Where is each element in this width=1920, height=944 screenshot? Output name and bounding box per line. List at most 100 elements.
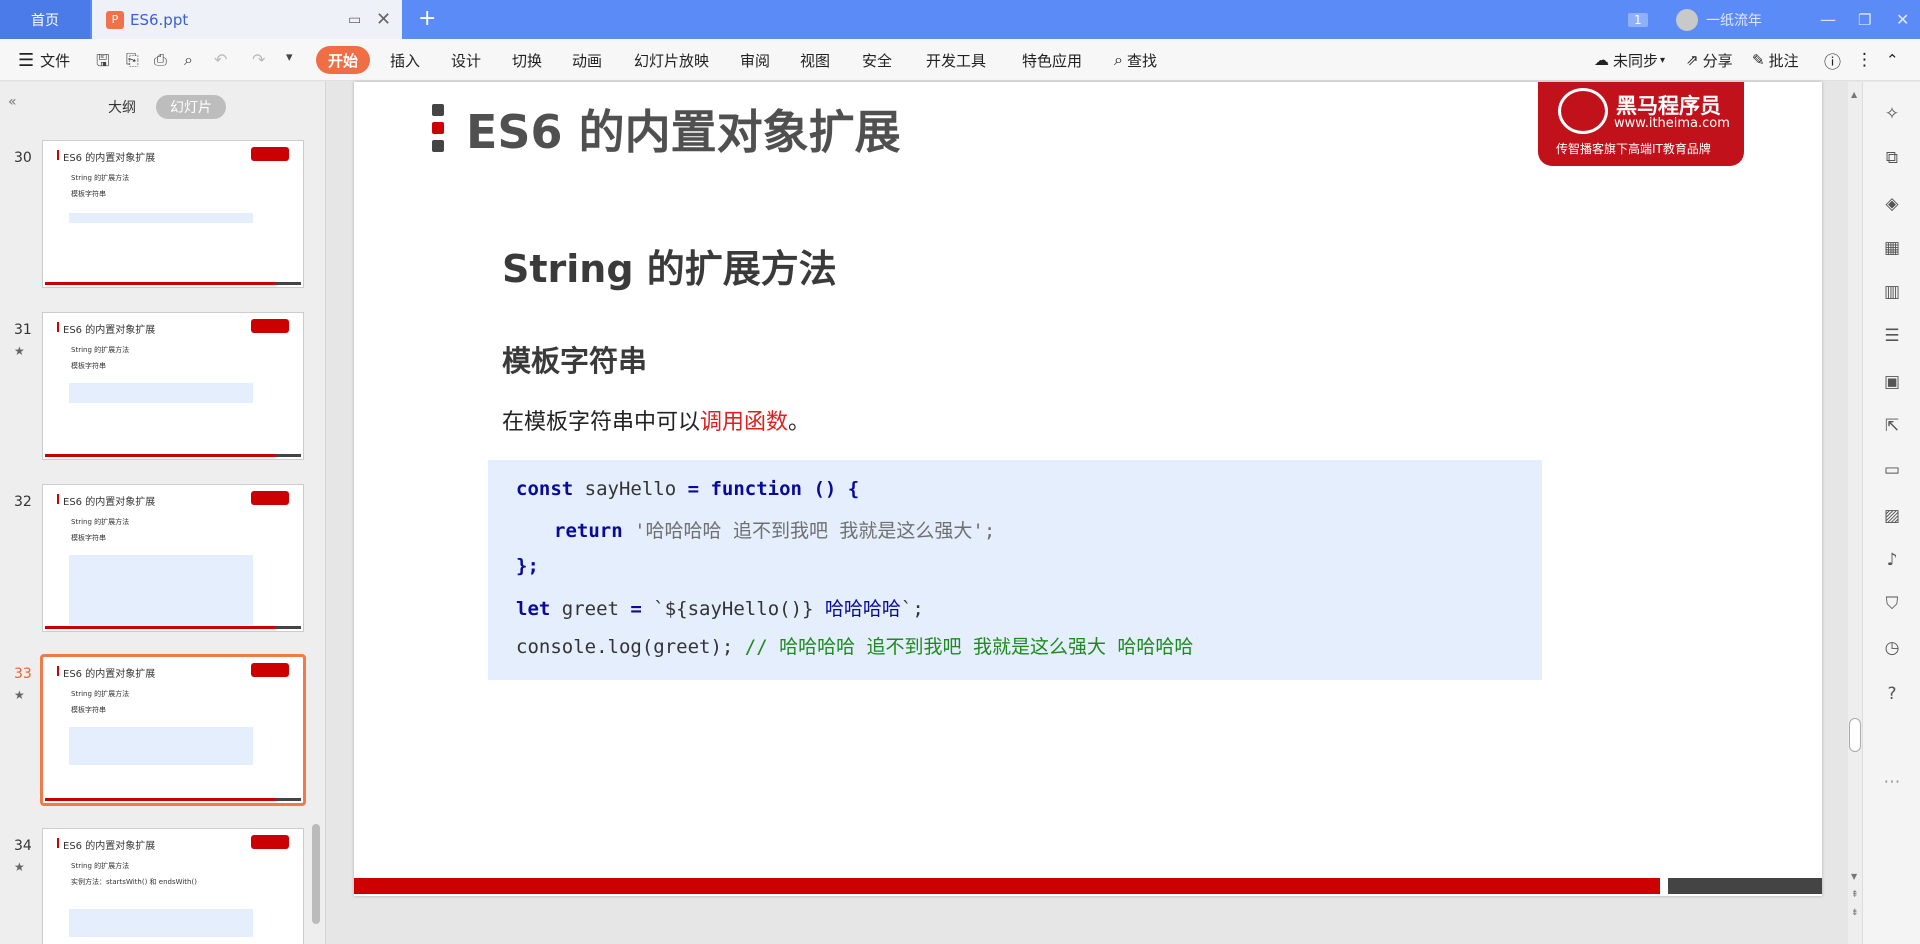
help-circle-icon[interactable]: ? xyxy=(1881,684,1903,706)
slide-paragraph: 在模板字符串中可以调用函数。 xyxy=(502,404,810,436)
para-suffix: 。 xyxy=(788,410,811,435)
para-text: 在模板字符串中可以 xyxy=(502,410,701,435)
settings-sliders-icon[interactable]: ☰ xyxy=(1881,326,1903,348)
slide-thumbnail-31[interactable]: ES6 的内置对象扩展 String 的扩展方法 模板字符串 xyxy=(42,312,304,460)
slide-thumbnail-33[interactable]: ES6 的内置对象扩展 String 的扩展方法 模板字符串 xyxy=(40,654,306,806)
scroll-up-icon[interactable]: ▲ xyxy=(1851,90,1857,99)
thumb-code xyxy=(69,383,253,403)
animation-star-icon: ★ xyxy=(14,860,25,874)
slides-tab[interactable]: 幻灯片 xyxy=(156,95,226,119)
customize-toolbar-icon[interactable]: ▾ xyxy=(286,50,293,65)
current-slide[interactable]: ES6 的内置对象扩展 黑马程序员 www.itheima.com 传智播客旗下… xyxy=(354,82,1822,896)
user-area[interactable]: 一纸流年 xyxy=(1676,0,1762,39)
thumb-bar xyxy=(45,798,275,801)
archive-icon[interactable]: ▭ xyxy=(1881,460,1903,482)
tab-view[interactable]: 视图 xyxy=(800,39,830,81)
export-icon[interactable]: ⇱ xyxy=(1881,416,1903,438)
format-painter-icon[interactable]: ⎘ xyxy=(126,50,139,70)
outline-tab[interactable]: 大纲 xyxy=(108,97,136,117)
thumb-sub2: 模板字符串 xyxy=(71,362,106,370)
tab-start[interactable]: 开始 xyxy=(316,46,371,74)
close-tab-icon[interactable]: ✕ xyxy=(376,9,391,30)
print-icon[interactable]: ⎙ xyxy=(154,50,167,70)
layout-grid-icon[interactable]: ▦ xyxy=(1881,238,1903,260)
code-block: const sayHello = function () { return '哈… xyxy=(488,460,1542,680)
annotate-button[interactable]: ✎ 批注 xyxy=(1752,39,1799,81)
slide-footer-dark-bar xyxy=(1668,878,1822,894)
new-tab-icon[interactable]: + xyxy=(418,6,436,31)
slide-subheading: 模板字符串 xyxy=(502,344,648,378)
para-highlight: 调用函数 xyxy=(700,410,789,435)
share-label: 分享 xyxy=(1702,51,1733,70)
print-preview-icon[interactable]: ⌕ xyxy=(184,50,193,70)
slide-number: 34 xyxy=(14,838,32,854)
image-icon[interactable]: ▨ xyxy=(1881,506,1903,528)
title-bar: 首页 P ES6.ppt ▭ ✕ + 1 一纸流年 — ❐ ✕ xyxy=(0,0,1920,39)
sync-status[interactable]: ☁ 未同步 ▾ xyxy=(1594,39,1665,81)
audio-icon[interactable]: ♪ xyxy=(1881,550,1903,572)
tab-security[interactable]: 安全 xyxy=(862,39,892,81)
comment-icon: ✎ xyxy=(1752,51,1765,69)
undo-icon[interactable]: ↶ xyxy=(214,50,227,69)
right-tool-panel: ✧ ⧉ ◈ ▦ ▥ ☰ ▣ ⇱ ▭ ▨ ♪ ⛉ ◷ ? ⋯ xyxy=(1862,82,1920,944)
thumb-bar xyxy=(45,282,275,285)
restore-icon[interactable]: ❐ xyxy=(1858,0,1871,39)
file-menu[interactable]: ☰ 文件 xyxy=(18,39,70,81)
code-line-1: const sayHello = function () { xyxy=(516,478,860,500)
thumb-sub2: 模板字符串 xyxy=(71,190,106,198)
thumb-logo xyxy=(251,319,289,333)
history-icon[interactable]: ◷ xyxy=(1881,638,1903,660)
save-icon[interactable]: 🖫 xyxy=(96,50,110,77)
gallery-icon[interactable]: ▣ xyxy=(1881,372,1903,394)
search-icon: ⌕ xyxy=(1114,50,1123,69)
magic-icon[interactable]: ✧ xyxy=(1881,104,1903,126)
tab-dev-tools[interactable]: 开发工具 xyxy=(926,39,986,81)
thumb-logo xyxy=(251,147,289,161)
pin-window-icon[interactable]: ▭ xyxy=(348,12,361,28)
panel-header: « 大纲 幻灯片 xyxy=(0,82,326,128)
tab-insert[interactable]: 插入 xyxy=(390,39,420,81)
thumb-sub: String 的扩展方法 xyxy=(71,690,130,698)
scroll-down-icon[interactable]: ▼ xyxy=(1851,872,1857,881)
copy-style-icon[interactable]: ⧉ xyxy=(1881,148,1903,170)
page-badge: 1 xyxy=(1628,0,1648,39)
tab-special-apps[interactable]: 特色应用 xyxy=(1022,39,1082,81)
prev-slide-icon[interactable]: ⇞ xyxy=(1851,890,1859,900)
chart-icon[interactable]: ▥ xyxy=(1881,282,1903,304)
slide-thumbnail-34[interactable]: ES6 的内置对象扩展 String 的扩展方法 实例方法：startsWith… xyxy=(42,828,304,944)
thumb-bar-dark xyxy=(275,798,301,801)
tab-animation[interactable]: 动画 xyxy=(572,39,602,81)
slide-thumbnail-30[interactable]: ES6 的内置对象扩展 String 的扩展方法 模板字符串 xyxy=(42,140,304,288)
slide-thumbnail-32[interactable]: ES6 的内置对象扩展 String 的扩展方法 模板字符串 xyxy=(42,484,304,632)
menu-bar: ☰ 文件 🖫 ⎘ ⎙ ⌕ ↶ ↷ ▾ 开始 插入 设计 切换 动画 幻灯片放映 … xyxy=(0,39,1920,81)
shield-icon[interactable]: ⛉ xyxy=(1881,594,1903,616)
layers-icon[interactable]: ◈ xyxy=(1881,194,1903,216)
horse-logo-icon xyxy=(1558,88,1608,134)
animation-star-icon: ★ xyxy=(14,688,25,702)
panel-scrollbar[interactable] xyxy=(312,824,320,924)
tab-review[interactable]: 审阅 xyxy=(740,39,770,81)
tab-design[interactable]: 设计 xyxy=(451,39,481,81)
more-icon[interactable]: ⋯ xyxy=(1881,772,1903,794)
redo-icon[interactable]: ↷ xyxy=(252,50,265,69)
tab-home[interactable]: 首页 xyxy=(0,0,90,39)
close-window-icon[interactable]: ✕ xyxy=(1896,0,1909,39)
stage-scrollbar[interactable]: ▲ ▼ ⇞ ⇟ xyxy=(1848,82,1862,944)
tab-es6-ppt[interactable]: P ES6.ppt ▭ ✕ xyxy=(92,0,402,39)
more-options-icon[interactable]: ⋮ xyxy=(1856,39,1873,81)
tab-transition[interactable]: 切换 xyxy=(512,39,542,81)
tab-slideshow[interactable]: 幻灯片放映 xyxy=(634,39,709,81)
collapse-ribbon-icon[interactable]: ⌃ xyxy=(1886,39,1899,81)
next-slide-icon[interactable]: ⇟ xyxy=(1851,908,1859,918)
collapse-panel-icon[interactable]: « xyxy=(8,94,17,110)
thumb-bar xyxy=(45,454,275,457)
share-button[interactable]: ⇗ 分享 xyxy=(1686,39,1733,81)
help-icon[interactable]: ⓘ xyxy=(1824,39,1841,81)
search-command[interactable]: ⌕ 查找 xyxy=(1114,39,1157,81)
stage-scroll-thumb[interactable] xyxy=(1849,718,1861,752)
thumb-code xyxy=(69,555,253,625)
slide-heading: String 的扩展方法 xyxy=(502,247,837,291)
user-name: 一纸流年 xyxy=(1706,12,1762,29)
thumb-bar xyxy=(45,626,275,629)
minimize-icon[interactable]: — xyxy=(1820,0,1836,39)
